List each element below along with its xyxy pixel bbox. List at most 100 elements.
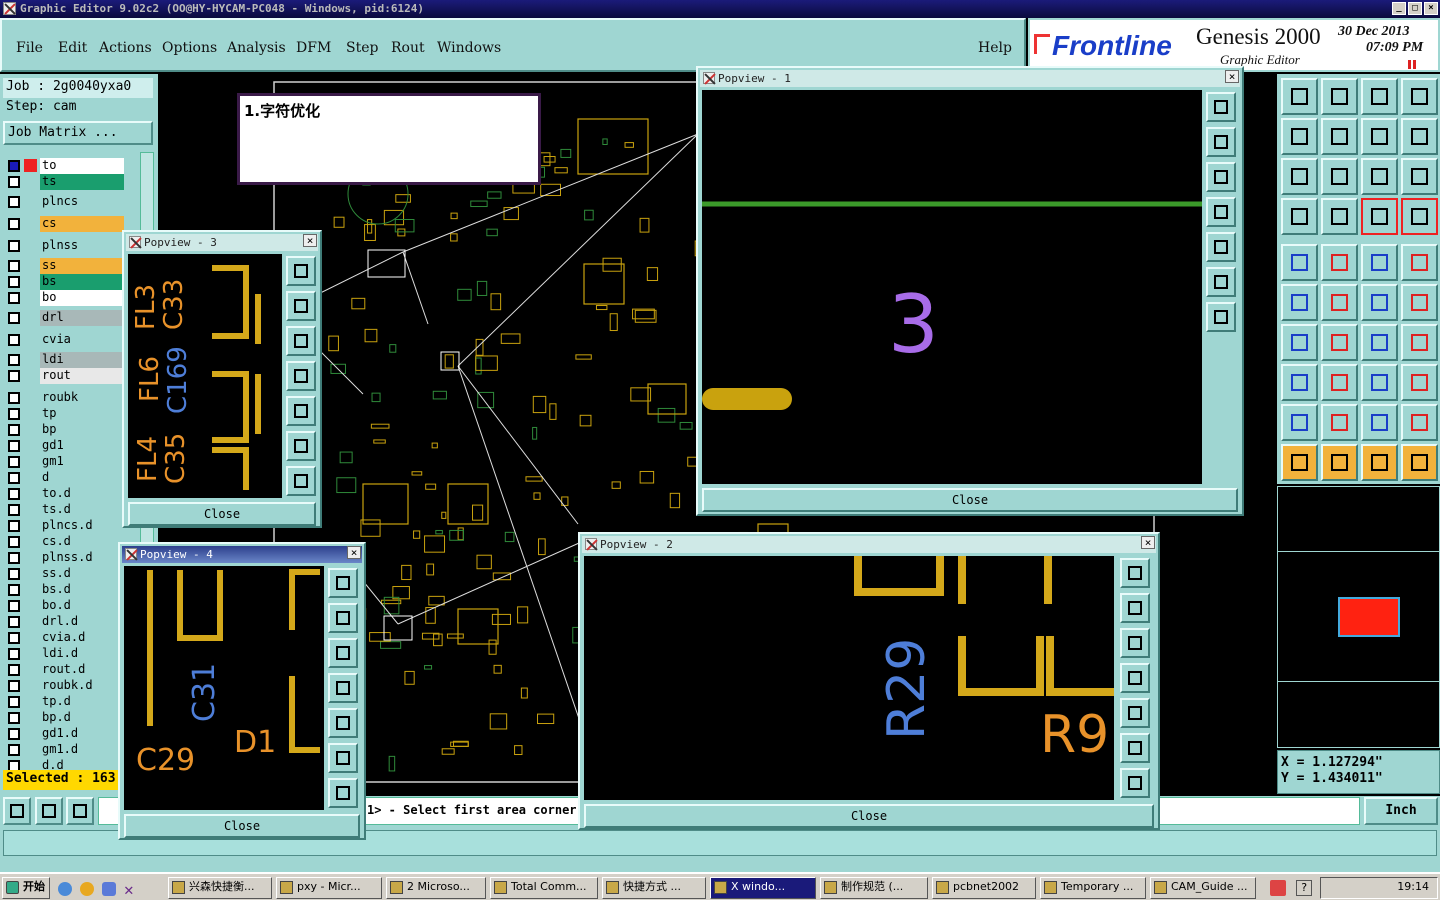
help-icon[interactable]: ? [1296, 880, 1312, 896]
layer-row-ldi-d[interactable]: ldi.d [6, 646, 124, 662]
layer-row-rout-d[interactable]: rout.d [6, 662, 124, 678]
layer-name[interactable]: plnss.d [40, 550, 124, 566]
layer-name[interactable]: gd1 [40, 438, 124, 454]
popview-center-icon[interactable] [328, 778, 358, 808]
layer-name[interactable]: roubk [40, 390, 124, 406]
popview-fit-icon[interactable] [1120, 733, 1150, 763]
select-icon[interactable] [1281, 364, 1318, 401]
layer-row-cvia[interactable]: cvia [6, 332, 124, 348]
scale-1-2-icon[interactable] [1361, 158, 1398, 195]
layer-row-drl[interactable]: drl [6, 310, 124, 326]
grid-icon[interactable] [1321, 198, 1358, 235]
menu-help[interactable]: Help [978, 40, 1012, 56]
layer-checkbox[interactable] [8, 218, 20, 230]
taskbar-item[interactable]: 快捷方式 ... [602, 877, 706, 899]
popview-pan-left-icon[interactable] [328, 673, 358, 703]
layer-row-ss-d[interactable]: ss.d [6, 566, 124, 582]
layer-row-ss[interactable]: ss [6, 258, 124, 274]
layer-checkbox[interactable] [8, 488, 20, 500]
layer-row-bs-d[interactable]: bs.d [6, 582, 124, 598]
menu-actions[interactable]: Actions [99, 40, 152, 56]
layer-name[interactable]: d [40, 470, 124, 486]
select-2-icon[interactable] [1321, 444, 1358, 481]
popview-pan-right-icon[interactable] [286, 396, 316, 426]
layer-row-ts[interactable]: ts [6, 174, 124, 190]
zoom-fit-icon[interactable] [35, 797, 63, 825]
redraw-icon[interactable] [1401, 118, 1438, 155]
note-box[interactable]: 1.字符优化 [237, 93, 541, 185]
pause-icon[interactable] [1408, 60, 1411, 69]
taskbar-item[interactable]: pcbnet2002 [932, 877, 1036, 899]
layer-checkbox[interactable] [8, 552, 20, 564]
popview-1-close-icon[interactable]: × [1225, 70, 1239, 83]
layer-name[interactable]: ts.d [40, 502, 124, 518]
layer-name[interactable]: cvia.d [40, 630, 124, 646]
layer-checkbox[interactable] [8, 472, 20, 484]
popview-zoom-home-icon[interactable] [1206, 92, 1236, 122]
pointer-icon[interactable] [1281, 444, 1318, 481]
menu-step[interactable]: Step [346, 40, 378, 56]
popview-2-title[interactable]: Popview - 2 [582, 536, 1156, 553]
layer-name[interactable]: gm1 [40, 454, 124, 470]
menu-windows[interactable]: Windows [437, 40, 501, 56]
xwin-icon[interactable]: ✕ [124, 880, 134, 899]
overview-viewport[interactable] [1338, 597, 1400, 637]
taskbar-item[interactable]: pxy - Micr... [276, 877, 382, 899]
popview-pan-right-icon[interactable] [328, 708, 358, 738]
taskbar-item[interactable]: X windo... [710, 877, 816, 899]
zoom-area-icon[interactable] [3, 797, 31, 825]
layer-row-bo[interactable]: bo [6, 290, 124, 306]
layer-name[interactable]: cvia [40, 332, 124, 348]
popview-zoom-in-icon[interactable] [1206, 127, 1236, 157]
layer-checkbox[interactable] [8, 456, 20, 468]
house-icon[interactable] [1361, 78, 1398, 115]
layer-name[interactable]: cs.d [40, 534, 124, 550]
popview-zoom-home-icon[interactable] [1120, 558, 1150, 588]
layer-name[interactable]: to [40, 158, 124, 174]
popview-pan-right-icon[interactable] [1120, 698, 1150, 728]
distance-icon[interactable] [1361, 364, 1398, 401]
popview-pan-right-icon[interactable] [1206, 232, 1236, 262]
save-view-icon[interactable] [1321, 78, 1358, 115]
layer-row-ts-d[interactable]: ts.d [6, 502, 124, 518]
taskbar-item[interactable]: 制作规范 (... [820, 877, 928, 899]
popview-2-canvas[interactable]: R29 R9 [584, 556, 1114, 800]
layer-checkbox[interactable] [8, 744, 20, 756]
layer-row-plnss-d[interactable]: plnss.d [6, 550, 124, 566]
popview-3-title[interactable]: Popview - 3 [126, 234, 318, 251]
layer-name[interactable]: cs [40, 216, 124, 232]
layer-name[interactable]: rout [40, 368, 124, 384]
layer-row-drl-d[interactable]: drl.d [6, 614, 124, 630]
layer-checkbox[interactable] [8, 616, 20, 628]
menu-analysis[interactable]: Analysis [227, 40, 286, 56]
layer-name[interactable]: drl.d [40, 614, 124, 630]
pad-icon[interactable] [1401, 244, 1438, 281]
arc-2-icon[interactable] [1321, 404, 1358, 441]
taskbar-item[interactable]: Total Comm... [490, 877, 598, 899]
popview-3-close-button[interactable]: Close [128, 502, 316, 526]
popview-zoom-out-icon[interactable] [328, 638, 358, 668]
cross-icon[interactable] [1321, 284, 1358, 321]
layer-name[interactable]: plncs.d [40, 518, 124, 534]
layer-checkbox[interactable] [8, 260, 20, 272]
popview-pan-left-icon[interactable] [1206, 197, 1236, 227]
layer-checkbox[interactable] [8, 292, 20, 304]
measure-icon[interactable] [1361, 244, 1398, 281]
popview-zoom-in-icon[interactable] [328, 603, 358, 633]
layer-checkbox[interactable] [8, 632, 20, 644]
layer-checkbox[interactable] [8, 408, 20, 420]
desktop-icon[interactable] [102, 882, 116, 896]
popview-zoom-home-icon[interactable] [286, 256, 316, 286]
layer-checkbox[interactable] [8, 276, 20, 288]
taskbar-item[interactable]: 兴森快捷衡... [168, 877, 272, 899]
layer-row-cs[interactable]: cs [6, 216, 124, 232]
menu-options[interactable]: Options [162, 40, 217, 56]
layer-row-bp-d[interactable]: bp.d [6, 710, 124, 726]
popview-3-close-icon[interactable]: × [303, 234, 317, 247]
menu-file[interactable]: File [16, 40, 43, 56]
popview-zoom-out-icon[interactable] [1206, 162, 1236, 192]
layer-row-gd1-d[interactable]: gd1.d [6, 726, 124, 742]
line-icon[interactable] [1321, 324, 1358, 361]
layer-row-gm1-d[interactable]: gm1.d [6, 742, 124, 758]
popview-2-close-icon[interactable]: × [1141, 536, 1155, 549]
